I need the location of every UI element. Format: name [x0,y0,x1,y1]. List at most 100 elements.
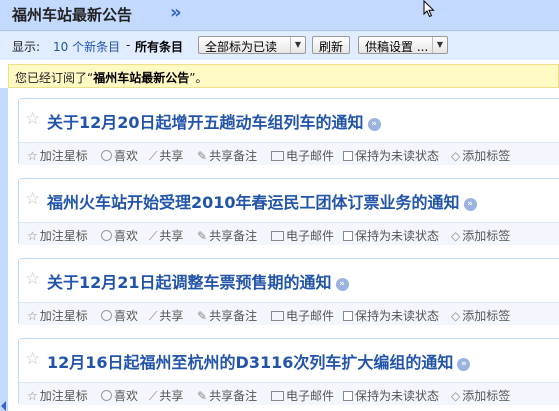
star-icon[interactable]: ☆ [25,190,40,208]
share-with-note-label: 共享备注 [209,389,258,403]
checkbox-icon[interactable] [343,231,353,241]
keep-unread-action[interactable]: 保持为未读状态 [343,387,439,404]
collapse-arrow-icon[interactable] [1,401,6,411]
open-link-icon[interactable]: » [457,358,471,371]
open-link-icon[interactable]: » [367,118,381,131]
share-action[interactable]: ⟋ 共享 [149,387,183,404]
like-icon [101,150,112,161]
chevron-down-icon[interactable]: ▼ [432,37,447,53]
feed-entry: ☆ 福州火车站开始受理2010年春运民工团体订票业务的通知» ☆ 加注星标 喜欢 … [18,178,559,245]
like-label: 喜欢 [114,229,139,243]
like-action[interactable]: 喜欢 [101,307,138,324]
share-label: 共享 [159,389,184,403]
share-action[interactable]: ⟋ 共享 [149,147,183,164]
email-label: 电子邮件 [286,389,335,403]
share-note-icon: ✎ [197,149,208,163]
add-tags-action[interactable]: ◇ 添加标签 [451,307,510,324]
like-label: 喜欢 [114,309,139,323]
feed-settings-button[interactable]: 供稿设置 ... ▼ [358,36,448,54]
feed-title[interactable]: 福州车站最新公告 [12,4,132,25]
notice-text: 您已经订阅了“福州车站最新公告”。 [15,69,207,86]
entry-actions-bar: ☆ 加注星标 喜欢 ⟋ 共享 ✎ 共享备注 电子邮件 保持为未读状态 ◇ 添加标签 [19,382,559,405]
toolbar-separator: - [126,38,131,52]
mark-all-read-button[interactable]: 全部标为已读 ▼ [198,36,306,54]
tag-icon: ◇ [451,309,461,323]
reader-app: 福州车站最新公告 » 显示: 10 个新条目 - 所有条目 全部标为已读 ▼ 刷… [0,0,559,411]
star-icon: ☆ [27,229,38,243]
entry-title-text: 关于12月21日起调整车票预售期的通知 [47,273,332,292]
notice-feed-name: 福州车站最新公告 [93,71,190,85]
star-icon[interactable]: ☆ [25,350,40,368]
star-icon: ☆ [27,389,38,403]
like-action[interactable]: 喜欢 [101,227,138,244]
add-star-label: 加注星标 [39,309,88,323]
entry-actions-bar: ☆ 加注星标 喜欢 ⟋ 共享 ✎ 共享备注 电子邮件 保持为未读状态 ◇ 添加标签 [19,142,559,165]
star-icon[interactable]: ☆ [25,110,40,128]
keep-unread-action[interactable]: 保持为未读状态 [343,307,439,324]
share-icon: ⟋ [149,309,158,323]
email-icon [271,311,284,321]
share-label: 共享 [159,149,184,163]
like-action[interactable]: 喜欢 [101,387,138,404]
tag-icon: ◇ [451,229,461,243]
share-with-note-label: 共享备注 [209,229,258,243]
share-action[interactable]: ⟋ 共享 [149,307,183,324]
feed-entry: ☆ 12月16日起福州至杭州的D3116次列车扩大编组的通知» ☆ 加注星标 喜欢… [18,338,559,405]
keep-unread-action[interactable]: 保持为未读状态 [343,147,439,164]
keep-unread-label: 保持为未读状态 [355,149,440,163]
share-note-icon: ✎ [197,229,208,243]
notice-suffix: ”。 [189,71,208,85]
share-action[interactable]: ⟋ 共享 [149,227,183,244]
entry-title-link[interactable]: 关于12月21日起调整车票预售期的通知» [47,269,349,293]
new-items-link[interactable]: 10 个新条目 [53,38,120,55]
add-star-action[interactable]: ☆ 加注星标 [27,227,88,244]
checkbox-icon[interactable] [343,311,353,321]
share-label: 共享 [159,229,184,243]
email-icon [271,391,284,401]
email-icon [271,151,284,161]
feed-entry: ☆ 关于12月20日起增开五趟动车组列车的通知» ☆ 加注星标 喜欢 ⟋ 共享 ✎ 共… [18,98,559,165]
keep-unread-label: 保持为未读状态 [355,389,440,403]
share-with-note-action[interactable]: ✎ 共享备注 [197,307,257,324]
like-action[interactable]: 喜欢 [101,147,138,164]
all-items-label[interactable]: 所有条目 [135,38,183,55]
email-label: 电子邮件 [286,149,335,163]
feed-entry: ☆ 关于12月21日起调整车票预售期的通知» ☆ 加注星标 喜欢 ⟋ 共享 ✎ 共享备… [18,258,559,325]
add-star-action[interactable]: ☆ 加注星标 [27,147,88,164]
feed-title-arrow-icon[interactable]: » [170,2,182,23]
share-icon: ⟋ [149,149,158,163]
email-action[interactable]: 电子邮件 [271,147,334,164]
share-with-note-action[interactable]: ✎ 共享备注 [197,147,257,164]
entry-title-link[interactable]: 12月16日起福州至杭州的D3116次列车扩大编组的通知» [47,349,471,373]
add-star-action[interactable]: ☆ 加注星标 [27,307,88,324]
add-tags-label: 添加标签 [462,149,511,163]
open-link-icon[interactable]: » [463,198,477,211]
entry-title-link[interactable]: 关于12月20日起增开五趟动车组列车的通知» [47,109,381,133]
star-icon: ☆ [27,149,38,163]
star-icon[interactable]: ☆ [25,270,40,288]
open-link-icon[interactable]: » [335,278,349,291]
email-action[interactable]: 电子邮件 [271,307,334,324]
chevron-down-icon[interactable]: ▼ [290,37,305,53]
keep-unread-action[interactable]: 保持为未读状态 [343,227,439,244]
add-star-action[interactable]: ☆ 加注星标 [27,387,88,404]
share-with-note-label: 共享备注 [209,149,258,163]
checkbox-icon[interactable] [343,151,353,161]
like-icon [101,390,112,401]
refresh-button[interactable]: 刷新 [312,36,350,54]
checkbox-icon[interactable] [343,391,353,401]
sidebar-collapse-strip[interactable] [0,88,8,411]
share-icon: ⟋ [149,229,158,243]
share-with-note-action[interactable]: ✎ 共享备注 [197,227,257,244]
share-note-icon: ✎ [197,389,208,403]
keep-unread-label: 保持为未读状态 [355,229,440,243]
entry-title-link[interactable]: 福州火车站开始受理2010年春运民工团体订票业务的通知» [47,189,477,213]
star-icon: ☆ [27,309,38,323]
add-tags-action[interactable]: ◇ 添加标签 [451,147,510,164]
share-with-note-action[interactable]: ✎ 共享备注 [197,387,257,404]
email-action[interactable]: 电子邮件 [271,387,334,404]
add-tags-action[interactable]: ◇ 添加标签 [451,227,510,244]
email-action[interactable]: 电子邮件 [271,227,334,244]
add-tags-action[interactable]: ◇ 添加标签 [451,387,510,404]
like-label: 喜欢 [114,149,139,163]
